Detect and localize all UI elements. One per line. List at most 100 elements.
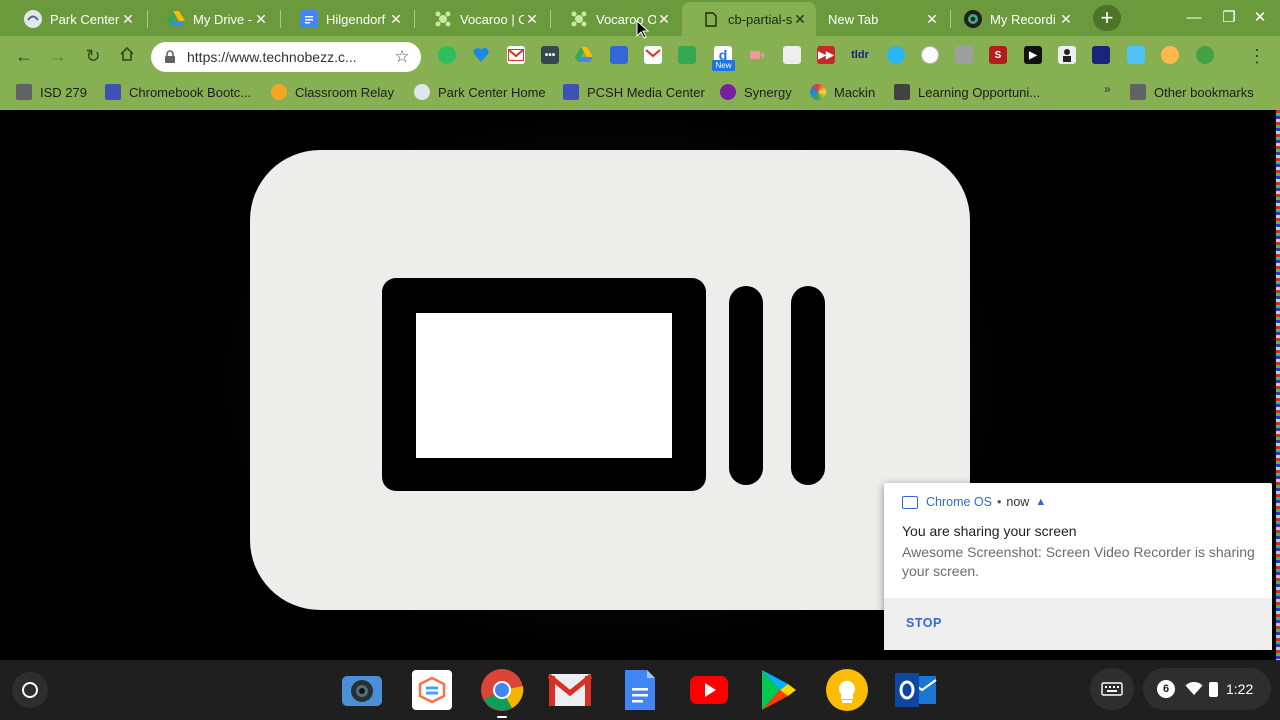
other-bookmarks-label: Other bookmarks: [1154, 84, 1254, 100]
close-icon[interactable]: ✕: [792, 11, 808, 28]
bookmark-label: Chromebook Bootc...: [129, 84, 252, 100]
tab-title: cb-partial-s: [728, 11, 792, 27]
clock-extension-icon[interactable]: [921, 46, 939, 64]
park-center-favicon: [414, 84, 430, 100]
tab-title: Hilgendorf: [326, 11, 386, 27]
close-icon[interactable]: ✕: [656, 11, 672, 28]
bookmark-learning-opportunities[interactable]: Learning Opportuni...: [894, 83, 1040, 101]
bookmark-label: Classroom Relay: [295, 84, 394, 100]
back-icon[interactable]: ←: [12, 44, 36, 68]
menu-kebab-icon[interactable]: ⋮: [1248, 44, 1266, 68]
close-icon[interactable]: ✕: [524, 11, 540, 28]
stack-extension-icon[interactable]: [955, 46, 973, 64]
tab-vocaroo-1[interactable]: Vocaroo | O ✕: [414, 2, 548, 36]
minimize-icon[interactable]: —: [1184, 8, 1204, 28]
close-icon[interactable]: ✕: [1058, 11, 1074, 28]
mackin-icon: [810, 84, 826, 100]
close-window-icon[interactable]: ✕: [1250, 8, 1270, 28]
close-icon[interactable]: ✕: [120, 11, 136, 28]
tldr-extension-icon[interactable]: tldr: [851, 46, 869, 64]
notification-time: now: [1006, 495, 1030, 509]
file-icon: [702, 10, 720, 28]
close-icon[interactable]: ✕: [253, 11, 269, 28]
keyhole-extension-icon[interactable]: [1092, 46, 1110, 64]
mouse-cursor-icon: [636, 20, 650, 39]
tab-vocaroo-2[interactable]: Vocaroo O ✕: [550, 2, 680, 36]
clock-time: 1:22: [1226, 681, 1254, 697]
forward-icon[interactable]: →: [46, 44, 70, 68]
home-icon[interactable]: [115, 44, 139, 68]
screencastify-app-icon[interactable]: [410, 668, 454, 712]
awesome-screenshot-icon: [964, 10, 982, 28]
sheets-extension-icon[interactable]: [678, 46, 696, 64]
tab-my-recordings[interactable]: My Recordi ✕: [944, 2, 1082, 36]
tab-hilgendorf[interactable]: Hilgendorf ✕: [280, 2, 412, 36]
bookmark-chromebook-bootcamp[interactable]: Chromebook Bootc...: [105, 83, 251, 101]
bookmark-mackin[interactable]: Mackin: [810, 83, 875, 101]
tab-park-center[interactable]: Park Center ✕: [4, 2, 144, 36]
notification-header[interactable]: Chrome OS • now ▲: [902, 495, 1046, 509]
status-area[interactable]: 6 1:22: [1143, 668, 1271, 710]
youtube-app-icon[interactable]: [687, 668, 731, 712]
play-store-app-icon[interactable]: [756, 668, 800, 712]
new-tab-button[interactable]: +: [1093, 5, 1121, 31]
other-bookmarks[interactable]: Other bookmarks: [1130, 83, 1254, 101]
camera-app-icon[interactable]: [340, 668, 384, 712]
cube-icon: [894, 84, 910, 100]
chrome-app-icon[interactable]: [480, 668, 524, 712]
google-docs-app-icon[interactable]: [618, 668, 662, 712]
bookmark-star-icon[interactable]: ☆: [393, 47, 411, 67]
coin-extension-icon[interactable]: [1161, 46, 1179, 64]
notification-actions: STOP: [884, 598, 1272, 650]
notification-body: Awesome Screenshot: Screen Video Recorde…: [902, 544, 1255, 579]
vocaroo-icon: [434, 10, 452, 28]
google-drive-extension-icon[interactable]: [575, 46, 593, 64]
bookmark-synergy[interactable]: Synergy: [720, 83, 792, 101]
more-extension-icon[interactable]: •••: [541, 46, 559, 64]
bookmark-park-center-home[interactable]: Park Center Home: [414, 83, 546, 101]
heart-extension-icon[interactable]: [472, 46, 490, 64]
url-text: https://www.technobezz.c...: [187, 49, 357, 65]
chevron-up-icon[interactable]: ▲: [1035, 496, 1046, 508]
person-extension-icon[interactable]: [1058, 46, 1076, 64]
close-icon[interactable]: ✕: [924, 11, 940, 28]
new-badge: New: [712, 60, 735, 71]
s-extension-icon[interactable]: S: [989, 46, 1007, 64]
gmail-extension-icon[interactable]: [507, 46, 525, 64]
tab-new-tab[interactable]: New Tab ✕: [816, 2, 948, 36]
tab-my-drive[interactable]: My Drive - G ✕: [147, 2, 277, 36]
evernote-extension-icon[interactable]: [438, 46, 456, 64]
park-center-favicon: [24, 10, 42, 28]
outlook-app-icon[interactable]: [894, 668, 938, 712]
keyboard-button[interactable]: [1090, 668, 1134, 710]
close-icon[interactable]: ✕: [388, 11, 404, 28]
green-circle-extension-icon[interactable]: [1196, 46, 1214, 64]
bookmarks-overflow-chevron[interactable]: »: [1104, 82, 1111, 96]
cloud-extension-icon[interactable]: [887, 46, 905, 64]
bookmark-classroom-relay[interactable]: Classroom Relay: [271, 83, 394, 101]
launcher-button[interactable]: [12, 672, 48, 708]
screen-extension-icon[interactable]: [610, 46, 628, 64]
bookmark-isd-279[interactable]: ISD 279: [16, 83, 87, 101]
omnibox[interactable]: https://www.technobezz.c... ☆: [151, 42, 421, 72]
bookmark-pcsh-media-center[interactable]: PCSH Media Center: [563, 83, 705, 101]
relay-icon: [271, 84, 287, 100]
bookmark-label: Learning Opportuni...: [918, 84, 1041, 100]
launcher-circle-icon: [22, 682, 38, 698]
site-icon: [105, 84, 121, 100]
stop-sharing-button[interactable]: STOP: [906, 616, 942, 630]
bookmark-label: Synergy: [744, 84, 792, 100]
play-extension-icon[interactable]: [783, 46, 801, 64]
profile-extension-icon[interactable]: [1127, 46, 1145, 64]
video-extension-icon[interactable]: [748, 46, 766, 64]
tab-cb-partial[interactable]: cb-partial-s ✕: [682, 2, 816, 36]
gmail-app-icon[interactable]: [548, 668, 592, 712]
restore-icon[interactable]: ❐: [1219, 8, 1239, 28]
gmail-extension-icon-2[interactable]: [644, 46, 662, 64]
wifi-icon: [1185, 682, 1203, 695]
play-button-extension-icon[interactable]: ▶: [1024, 46, 1042, 64]
keyboard-icon: [1101, 682, 1123, 696]
fast-forward-extension-icon[interactable]: ▶▶: [817, 46, 835, 64]
google-keep-app-icon[interactable]: [825, 668, 869, 712]
reload-icon[interactable]: ↻: [81, 44, 105, 68]
